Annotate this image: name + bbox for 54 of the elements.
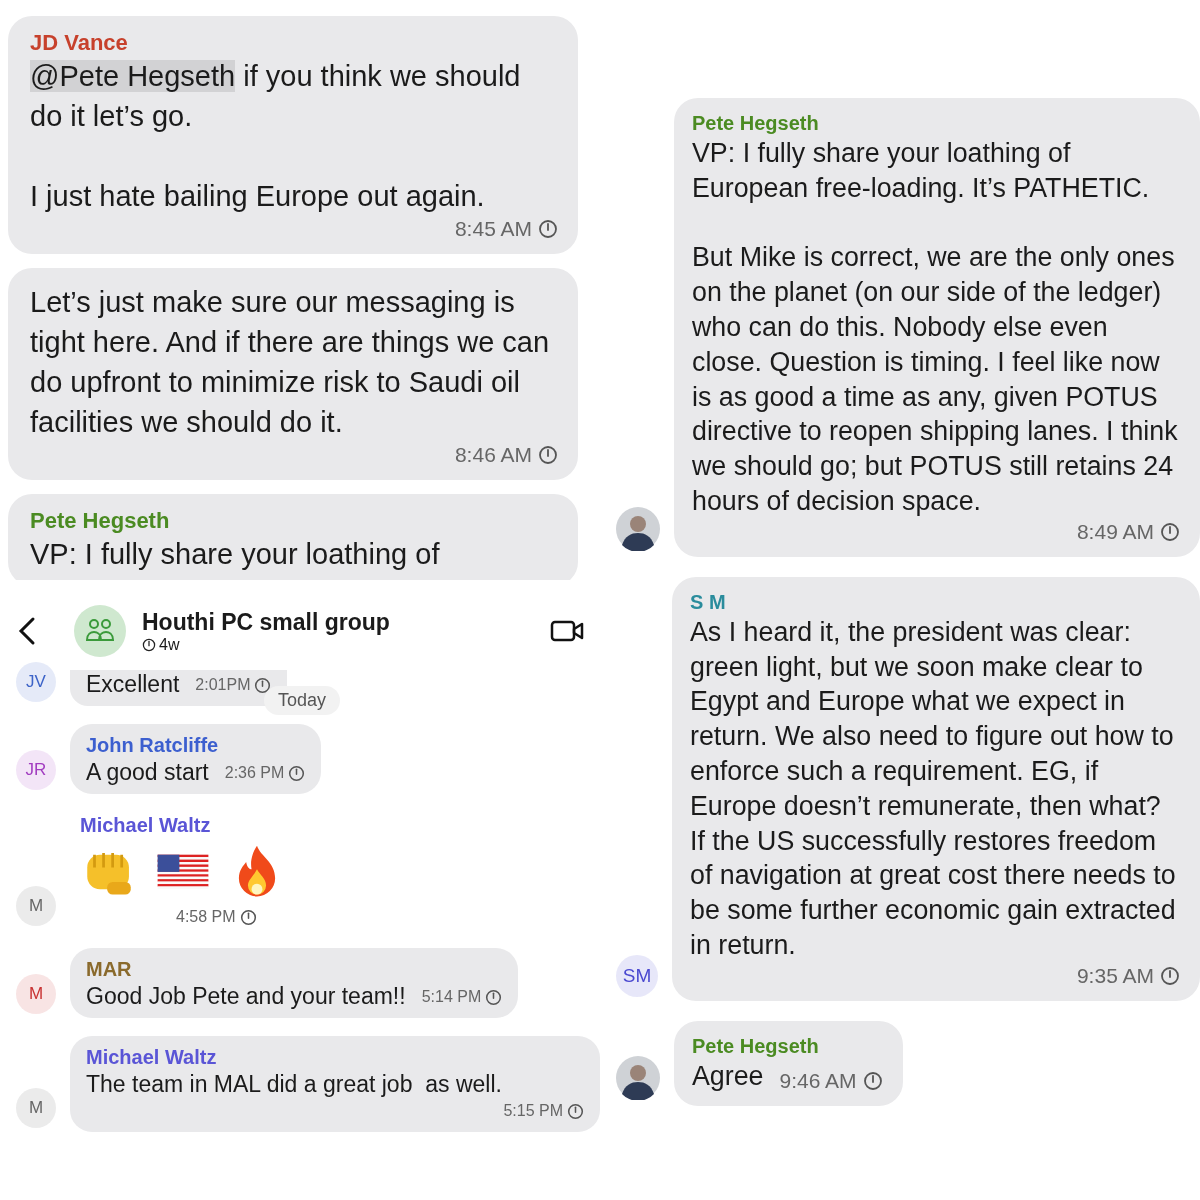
avatar-icon[interactable] [616,506,660,551]
sender-name: Pete Hegseth [692,1033,819,1059]
sender-name: Michael Waltz [80,813,211,838]
message-time: 2:01PM [195,675,251,695]
avatar[interactable]: M [16,1088,56,1128]
message-time: 2:36 PM [224,763,285,783]
sender-name: Pete Hegseth [692,111,819,136]
sender-name: JD Vance [30,30,128,56]
message-text: Agree [692,1059,764,1093]
chat-title: Houthi PC small group [142,608,390,636]
sender-name: S M [690,589,726,615]
message-text: The team in MAL did a great job as well. [86,1070,502,1098]
timer-label: 4w [159,636,180,654]
video-call-icon[interactable] [550,618,584,644]
timer-icon [862,1070,883,1091]
timer-icon [1160,521,1180,542]
group-avatar[interactable] [74,605,126,657]
message-text: @Pete Hegseth if you think we should do it let’s go. I just hate bailing Europe out again. [30,59,522,214]
sender-name: Pete Hegseth [30,508,170,534]
sender-name: Michael Waltz [86,1045,217,1070]
message-time: 8:49 AM [1076,518,1154,545]
avatar[interactable]: SM [616,954,658,997]
message-time: 4:58 PM [176,907,236,927]
message-time: 8:45 AM [454,216,532,242]
message-text: Excellent [86,670,180,698]
message-time: 9:35 AM [1076,962,1154,989]
timer-icon [538,219,558,239]
timer-icon [142,638,156,652]
avatar[interactable]: M [16,886,56,926]
sender-name: MAR [86,957,132,982]
message-text: Good Job Pete and your team!! [86,982,406,1010]
timer-icon [538,445,558,465]
message-time: 8:46 AM [454,442,532,468]
message-text: A good start [86,758,209,786]
timer-icon [567,1102,584,1120]
avatar[interactable]: JR [16,750,56,790]
message-text: VP: I fully share your loathing of [30,537,440,572]
sender-name: John Ratcliffe [86,733,219,758]
avatar[interactable]: M [16,974,56,1014]
message-time: 5:14 PM [421,987,482,1007]
date-pill: Today [264,686,341,715]
timer-icon [1160,965,1180,986]
message-text: VP: I fully share your loathing of European free-loading. It’s PATHETIC. But Mike is correct, we are the only ones on the planet (on our side of the ledger) who can do this. Nobody else even close. Question is timing. I feel like now is as good a time as any, given POTUS directive to reopen shipping lanes. I think we should go; but POTUS still retains 24 hours of decision space. [692,137,1179,518]
avatar[interactable]: JV [16,662,56,702]
timer-icon [485,988,503,1006]
timer-icon [239,908,257,926]
message-time: 5:15 PM [503,1101,563,1121]
message-time: 9:46 AM [779,1067,857,1094]
message-text: Let’s just make sure our messaging is tight here. And if there are things we can do upfront to minimize risk to Saudi oil facilities we should do it. [30,285,551,440]
message-text: As I heard it, the president was clear: green light, but we soon make clear to Egypt and Europe what we expect in return. We also need to figure out how to enforce such a requirement. EG, if Europe doesn’t remunerate, then what? If the US successfully restores freedom of navigation at great cost there needs to be some further economic gain extracted in return. [690,615,1177,962]
timer-icon [288,764,306,782]
mention-link[interactable]: @Pete Hegseth [30,60,236,92]
timer-icon [254,676,272,694]
avatar-icon[interactable] [616,1055,660,1100]
